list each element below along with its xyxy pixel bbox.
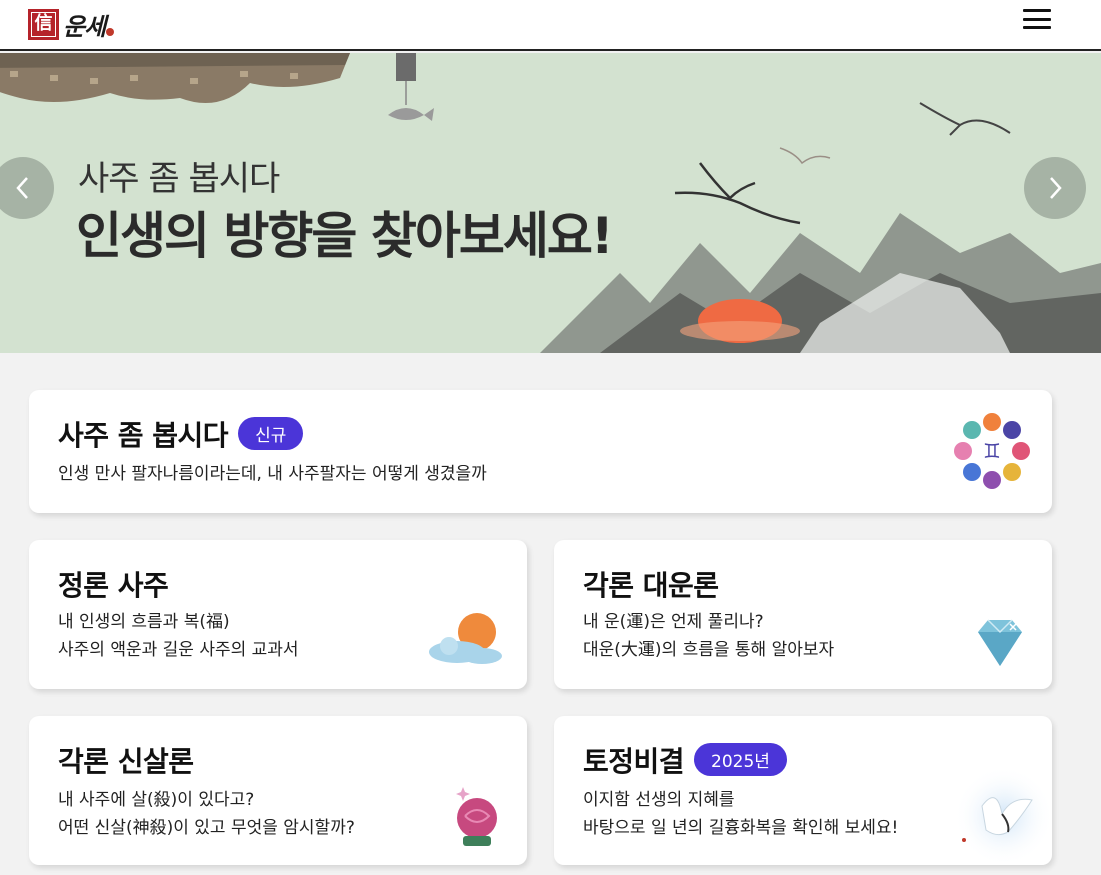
hero-banner[interactable]: 사주 좀 봅시다 인생의 방향을 찾아보세요! xyxy=(0,53,1101,353)
card-daeun[interactable]: 각론 대운론 내 운(運)은 언제 풀리나? 대운(大運)의 흐름을 통해 알아… xyxy=(554,540,1052,689)
diamond-icon xyxy=(978,619,1022,666)
card-title: 각론 대운론 xyxy=(583,569,719,602)
crane-icon xyxy=(954,766,1052,865)
wind-bell-icon xyxy=(388,53,434,121)
ink-mountain-illustration xyxy=(540,102,1101,353)
card-description: 내 인생의 흐름과 복(福) 사주의 액운과 길운 사주의 교과서 xyxy=(58,612,299,660)
card-description: 인생 만사 팔자나름이라는데, 내 사주팔자는 어떻게 생겼을까 xyxy=(58,464,487,484)
chevron-left-icon xyxy=(16,177,28,199)
logo-text: 운세 xyxy=(63,11,106,41)
card-title: 사주 좀 봅시다 신규 xyxy=(58,414,304,454)
card-description: 이지함 선생의 지혜를 바탕으로 일 년의 길흉화복을 확인해 보세요! xyxy=(583,790,899,838)
card-title: 토정비결 2025년 xyxy=(583,740,787,780)
banner-subtitle: 사주 좀 봅시다 xyxy=(78,159,280,199)
chevron-right-icon xyxy=(1050,177,1062,199)
card-jeongron[interactable]: 정론 사주 내 인생의 흐름과 복(福) 사주의 액운과 길운 사주의 교과서 xyxy=(29,540,527,689)
roof-decoration-icon xyxy=(0,53,350,103)
hamburger-menu-icon[interactable] xyxy=(1023,6,1051,32)
banner-next-button[interactable] xyxy=(1024,157,1086,219)
crystal-ball-icon xyxy=(456,787,497,846)
card-title: 각론 신살론 xyxy=(58,745,194,778)
card-title: 정론 사주 xyxy=(58,569,169,602)
year-badge: 2025년 xyxy=(694,742,787,776)
zodiac-circle-icon: ♊ xyxy=(954,413,1030,489)
banner-title: 인생의 방향을 찾아보세요! xyxy=(76,207,614,265)
site-logo[interactable]: 信 운세 xyxy=(28,8,115,41)
card-description: 내 운(運)은 언제 풀리나? 대운(大運)의 흐름을 통해 알아보자 xyxy=(583,612,835,660)
card-description: 내 사주에 살(殺)이 있다고? 어떤 신살(神殺)이 있고 무엇을 암시할까? xyxy=(58,790,355,838)
card-tojeong[interactable]: 토정비결 2025년 이지함 선생의 지혜를 바탕으로 일 년의 길흉화복을 확인… xyxy=(554,716,1052,865)
card-sinsal[interactable]: 각론 신살론 내 사주에 살(殺)이 있다고? 어떤 신살(神殺)이 있고 무엇… xyxy=(29,716,527,865)
sun-cloud-icon xyxy=(429,613,502,664)
svg-text:♊: ♊ xyxy=(983,439,1001,463)
banner-prev-button[interactable] xyxy=(0,157,54,219)
logo-seal-icon: 信 xyxy=(28,8,59,40)
new-badge: 신규 xyxy=(238,416,304,450)
top-header: 信 운세 xyxy=(0,0,1101,51)
card-saju[interactable]: 사주 좀 봅시다 신규 인생 만사 팔자나름이라는데, 내 사주팔자는 어떻게 생… xyxy=(29,390,1052,513)
logo-dot xyxy=(106,28,115,36)
